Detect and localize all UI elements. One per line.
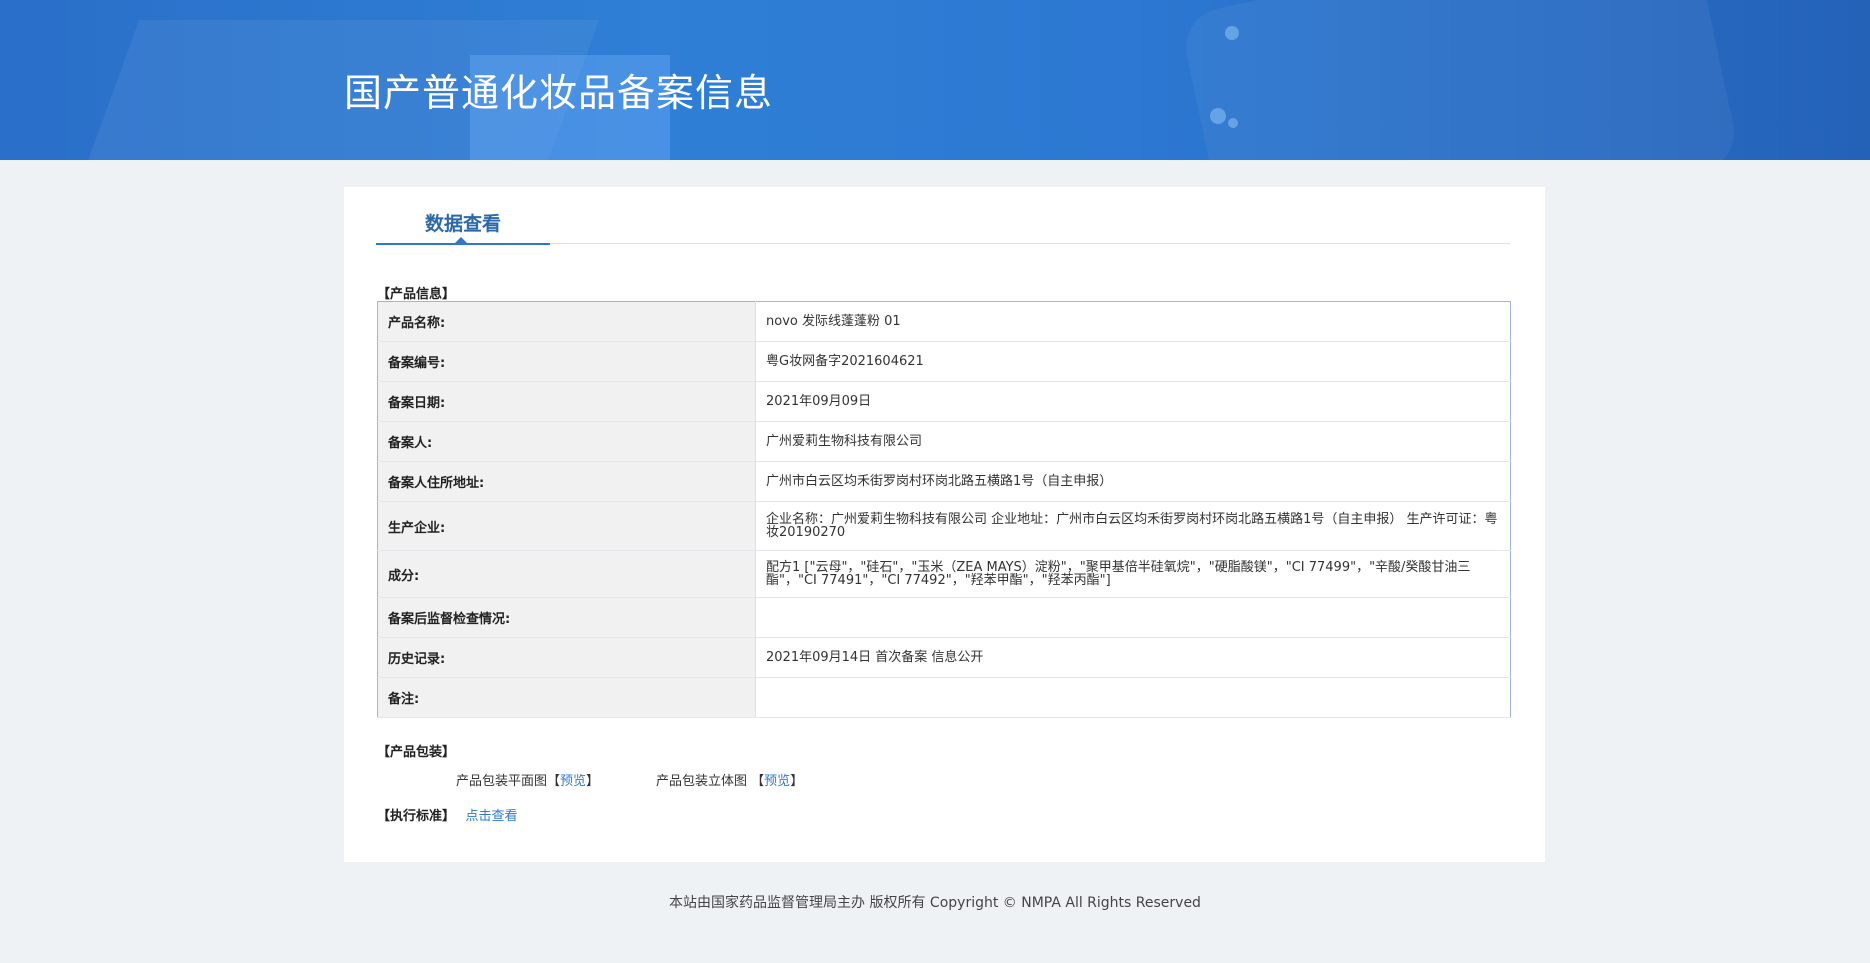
row-label: 备案人: <box>377 421 756 462</box>
row-label: 备注: <box>377 677 756 718</box>
row-label: 备案日期: <box>377 381 756 422</box>
row-value: 粤G妆网备字2021604621 <box>755 341 1511 382</box>
bracket: 】 <box>586 774 600 789</box>
row-label: 历史记录: <box>377 637 756 678</box>
flat-preview-link[interactable]: 预览 <box>560 774 586 789</box>
table-row: 生产企业: 企业名称：广州爱莉生物科技有限公司 企业地址：广州市白云区均禾街罗岗村… <box>377 501 1511 551</box>
banner-dot <box>1228 118 1238 128</box>
row-label: 成分: <box>377 550 756 598</box>
standard-heading: 【执行标准】 <box>377 809 456 824</box>
packaging-flat-row: 产品包装平面图【预览】 <box>456 770 599 789</box>
row-value: 广州市白云区均禾街罗岗村环岗北路五横路1号（自主申报） <box>755 461 1511 502</box>
table-row: 备案人住所地址: 广州市白云区均禾街罗岗村环岗北路五横路1号（自主申报） <box>377 461 1511 502</box>
row-value: novo 发际线蓬蓬粉 01 <box>755 301 1511 342</box>
banner-dot <box>1210 108 1226 124</box>
table-row: 备案人: 广州爱莉生物科技有限公司 <box>377 421 1511 462</box>
row-value: 企业名称：广州爱莉生物科技有限公司 企业地址：广州市白云区均禾街罗岗村环岗北路五… <box>755 501 1511 551</box>
standard-row: 【执行标准】 点击查看 <box>377 805 518 824</box>
packaging-heading: 【产品包装】 <box>377 745 456 760</box>
packaging-stereo-label: 产品包装立体图 <box>656 774 748 789</box>
footer-copyright: 本站由国家药品监督管理局主办 版权所有 Copyright © NMPA All… <box>669 895 1201 911</box>
tab-bar: 数据查看 <box>376 211 1510 245</box>
row-value: 配方1 ["云母"，"硅石"，"玉米（ZEA MAYS）淀粉"，"聚甲基倍半硅氧… <box>755 550 1511 598</box>
standard-view-link[interactable]: 点击查看 <box>466 809 518 824</box>
table-row: 产品名称: novo 发际线蓬蓬粉 01 <box>377 301 1511 342</box>
row-label: 生产企业: <box>377 501 756 551</box>
stereo-preview-link[interactable]: 预览 <box>764 774 790 789</box>
page-title: 国产普通化妆品备案信息 <box>344 71 774 115</box>
header-banner: 国产普通化妆品备案信息 <box>0 0 1870 160</box>
tab-data-view[interactable]: 数据查看 <box>376 211 550 245</box>
bracket: 】 <box>790 774 804 789</box>
bracket: 【 <box>547 774 561 789</box>
row-label: 产品名称: <box>377 301 756 342</box>
table-row: 备案日期: 2021年09月09日 <box>377 381 1511 422</box>
product-info-table: 产品名称: novo 发际线蓬蓬粉 01 备案编号: 粤G妆网备字2021604621… <box>377 301 1511 718</box>
tab-label: 数据查看 <box>424 213 501 235</box>
content-card: 数据查看 【产品信息】 产品名称: novo 发际线蓬蓬粉 01 备案编号: 粤G妆网… <box>344 187 1545 862</box>
table-row: 历史记录: 2021年09月14日 首次备案 信息公开 <box>377 637 1511 678</box>
table-row: 备案后监督检查情况: <box>377 597 1511 638</box>
row-label: 备案后监督检查情况: <box>377 597 756 638</box>
row-value <box>755 677 1511 718</box>
tab-active-indicator <box>454 237 468 244</box>
bracket: 【 <box>751 774 765 789</box>
table-row: 成分: 配方1 ["云母"，"硅石"，"玉米（ZEA MAYS）淀粉"，"聚甲基倍… <box>377 550 1511 598</box>
banner-dot <box>1225 26 1239 40</box>
packaging-stereo-row: 产品包装立体图 【预览】 <box>656 770 803 789</box>
row-label: 备案编号: <box>377 341 756 382</box>
packaging-flat-label: 产品包装平面图 <box>456 774 548 789</box>
row-label: 备案人住所地址: <box>377 461 756 502</box>
row-value <box>755 597 1511 638</box>
row-value: 2021年09月14日 首次备案 信息公开 <box>755 637 1511 678</box>
table-row: 备注: <box>377 677 1511 718</box>
row-value: 2021年09月09日 <box>755 381 1511 422</box>
table-row: 备案编号: 粤G妆网备字2021604621 <box>377 341 1511 382</box>
product-info-heading: 【产品信息】 <box>377 287 456 302</box>
banner-decoration <box>1178 0 1742 160</box>
row-value: 广州爱莉生物科技有限公司 <box>755 421 1511 462</box>
